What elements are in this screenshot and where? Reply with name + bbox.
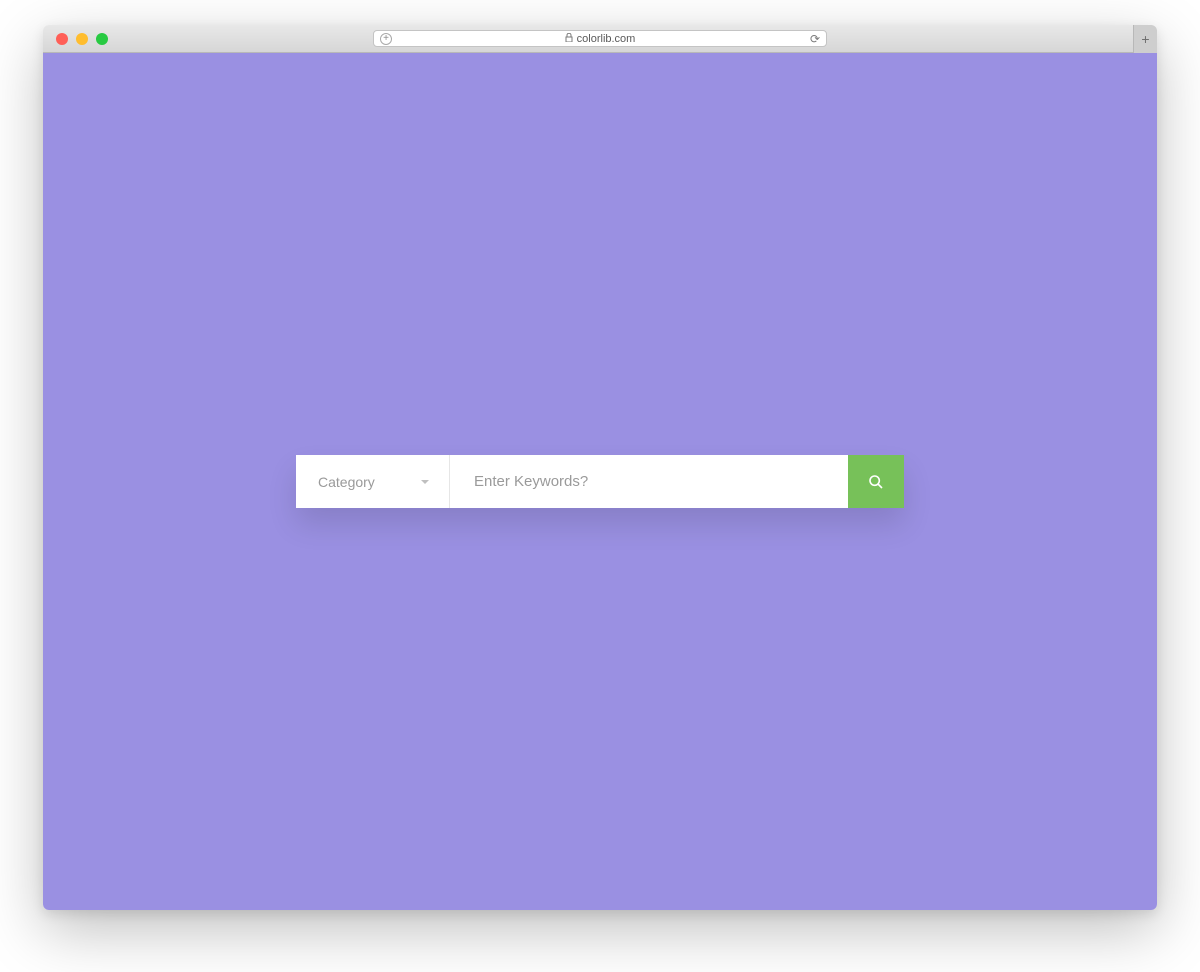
browser-chrome: + colorlib.com ⟳ +: [43, 25, 1157, 53]
browser-window: + colorlib.com ⟳ + Category: [43, 25, 1157, 910]
search-card: Category: [296, 455, 904, 508]
lock-icon: [565, 33, 573, 45]
category-label: Category: [318, 474, 375, 490]
chevron-down-icon: [421, 480, 429, 484]
share-icon[interactable]: +: [380, 33, 392, 45]
reload-icon[interactable]: ⟳: [810, 32, 820, 46]
window-close-button[interactable]: [56, 33, 68, 45]
page-content: Category: [43, 53, 1157, 910]
traffic-lights: [56, 33, 108, 45]
new-tab-button[interactable]: +: [1133, 25, 1157, 53]
address-bar[interactable]: + colorlib.com ⟳: [373, 30, 827, 47]
window-maximize-button[interactable]: [96, 33, 108, 45]
address-host: colorlib.com: [577, 33, 636, 45]
category-select[interactable]: Category: [296, 455, 450, 508]
window-minimize-button[interactable]: [76, 33, 88, 45]
search-input[interactable]: [450, 455, 848, 508]
search-icon: [868, 474, 884, 490]
search-button[interactable]: [848, 455, 904, 508]
